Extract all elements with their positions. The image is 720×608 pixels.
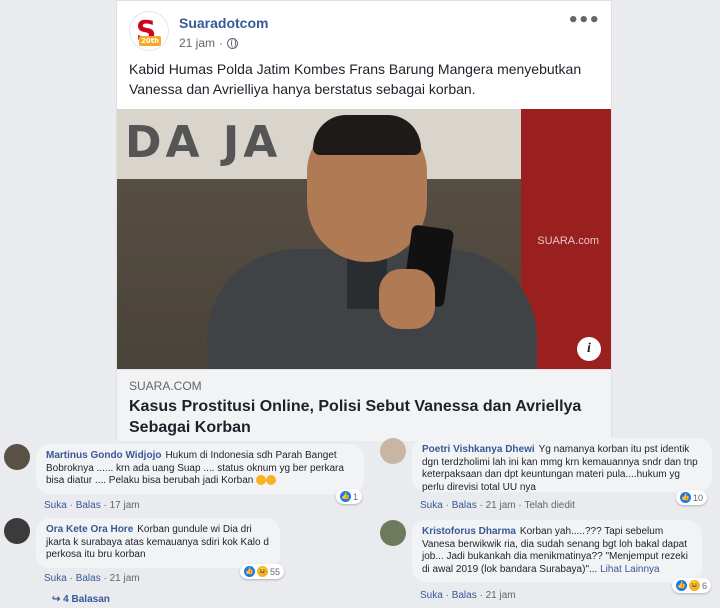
see-more-link[interactable]: Lihat Lainnya [600, 564, 660, 575]
dot-separator: · [219, 36, 224, 50]
photo-wall-text: DA JA [125, 117, 282, 168]
edited-label[interactable]: Telah diedit [524, 500, 575, 511]
comment-time[interactable]: 21 jam [110, 573, 140, 584]
like-link[interactable]: Suka [44, 573, 67, 584]
comment-bubble: Poetri Vishkanya Dhewi Yg namanya korban … [412, 438, 712, 493]
reply-link[interactable]: Balas [452, 590, 477, 601]
reply-link[interactable]: Balas [76, 500, 101, 511]
reaction-number: 10 [693, 492, 704, 503]
comment-actions: Suka · Balas · 21 jam · Telah diedit [420, 500, 575, 511]
photo-hand [379, 269, 435, 329]
like-reaction-icon: 👍 [676, 580, 687, 591]
reaction-count[interactable]: 👍 😆 6 [672, 578, 712, 593]
commenter-name[interactable]: Ora Kete Ora Hore [46, 524, 133, 535]
commenter-name[interactable]: Kristoforus Dharma [422, 526, 516, 537]
comment: Martinus Gondo Widjojo Hukum di Indonesia… [4, 444, 364, 524]
commenter-avatar[interactable] [4, 518, 30, 544]
photo-hair [313, 115, 421, 155]
avatar-logo-badge: 20th [139, 36, 161, 46]
reply-link[interactable]: Balas [76, 573, 101, 584]
comment-time[interactable]: 21 jam [486, 590, 516, 601]
reaction-number: 6 [702, 580, 708, 591]
news-post: S 20th Suaradotcom 21 jam · ••• Kabid Hu… [116, 0, 612, 441]
haha-reaction-icon: 😆 [689, 580, 700, 591]
like-reaction-icon: 👍 [340, 491, 351, 502]
comment-actions: Suka · Balas · 17 jam [44, 500, 140, 511]
like-reaction-icon: 👍 [244, 566, 255, 577]
reaction-count[interactable]: 👍 😆 55 [240, 564, 285, 579]
like-link[interactable]: Suka [420, 590, 443, 601]
photo-watermark: SUARA.com [537, 235, 599, 247]
commenter-name[interactable]: Poetri Vishkanya Dhewi [422, 444, 535, 455]
like-reaction-icon: 👍 [680, 492, 691, 503]
post-photo[interactable]: DA JA SUARA.com i [117, 109, 611, 369]
like-link[interactable]: Suka [44, 500, 67, 511]
reaction-count[interactable]: 👍 10 [676, 490, 708, 505]
post-header: S 20th Suaradotcom 21 jam · ••• [129, 11, 600, 55]
comment-actions: Suka · Balas · 21 jam [420, 590, 516, 601]
laughing-emoji-icon [266, 475, 277, 486]
replies-label: 4 Balasan [63, 594, 110, 605]
reaction-number: 55 [270, 566, 281, 577]
page-name-link[interactable]: Suaradotcom [179, 15, 268, 31]
commenter-avatar[interactable] [380, 520, 406, 546]
like-link[interactable]: Suka [420, 500, 443, 511]
post-meta: 21 jam · [179, 36, 239, 50]
post-caption: Kabid Humas Polda Jatim Kombes Frans Bar… [129, 61, 582, 97]
reaction-number: 1 [353, 491, 359, 502]
page-avatar[interactable]: S 20th [129, 11, 169, 51]
comment-time[interactable]: 17 jam [110, 500, 140, 511]
comment-bubble: Ora Kete Ora Hore Korban gundule wi Dia d… [36, 518, 280, 568]
comment-bubble: Martinus Gondo Widjojo Hukum di Indonesia… [36, 444, 364, 494]
laughing-emoji-icon [256, 475, 267, 486]
link-domain: SUARA.COM [129, 379, 202, 393]
comment: Ora Kete Ora Hore Korban gundule wi Dia d… [4, 518, 364, 608]
comment-actions: Suka · Balas · 21 jam [44, 573, 140, 584]
more-options-icon[interactable]: ••• [567, 12, 600, 30]
comments-area: Martinus Gondo Widjojo Hukum di Indonesia… [0, 430, 720, 607]
post-time[interactable]: 21 jam [179, 36, 215, 50]
reply-link[interactable]: Balas [452, 500, 477, 511]
globe-icon [227, 37, 239, 49]
commenter-avatar[interactable] [380, 438, 406, 464]
reply-arrow-icon: ↪ [52, 594, 61, 605]
reaction-count[interactable]: 👍 1 [336, 489, 363, 504]
comment: Kristoforus Dharma Korban yah.....??? Tap… [380, 520, 716, 606]
comment-bubble: Kristoforus Dharma Korban yah.....??? Tap… [412, 520, 702, 582]
info-icon[interactable]: i [577, 337, 601, 361]
comment-time[interactable]: 21 jam [486, 500, 516, 511]
commenter-name[interactable]: Martinus Gondo Widjojo [46, 450, 161, 461]
comment: Poetri Vishkanya Dhewi Yg namanya korban … [380, 438, 716, 518]
view-replies-link[interactable]: ↪ 4 Balasan [52, 594, 110, 605]
commenter-avatar[interactable] [4, 444, 30, 470]
haha-reaction-icon: 😆 [257, 566, 268, 577]
